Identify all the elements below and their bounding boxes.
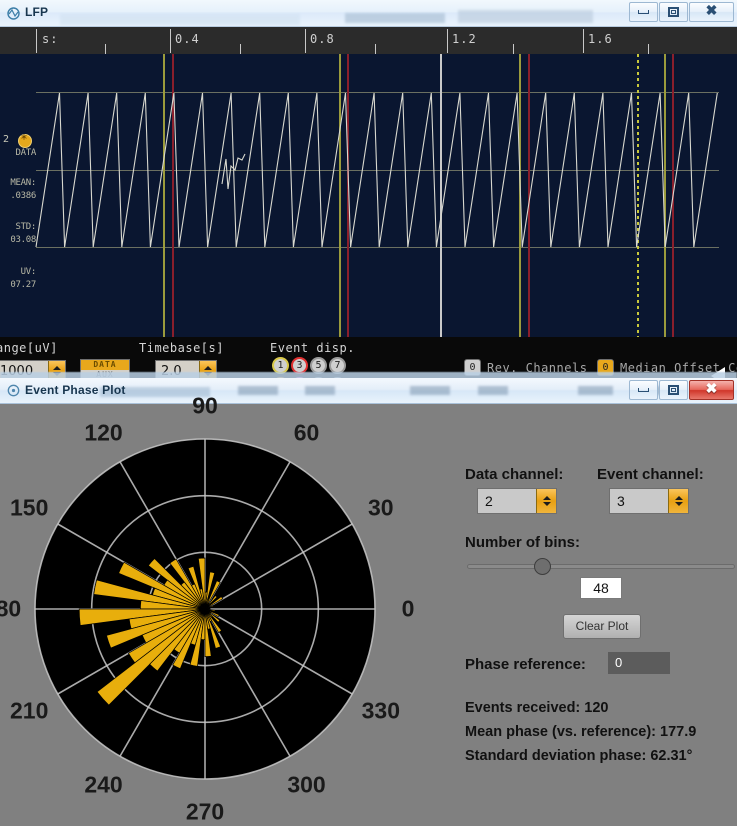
maximize-icon (668, 385, 679, 395)
minimize-icon (638, 388, 649, 392)
polar-tick-label-30: 30 (368, 494, 394, 520)
ruler-tick (170, 29, 171, 53)
polar-tick-label-60: 60 (293, 419, 320, 446)
ruler-minor-tick (240, 44, 241, 54)
channel-badge-icon[interactable] (18, 132, 32, 148)
minimize-icon (638, 10, 649, 14)
polar-tick-label-90: 90 (192, 392, 218, 419)
data-channel-value: 2 (485, 493, 493, 509)
ruler-tick-label: 1.6 (588, 32, 613, 46)
ruler-unit-label: s: (42, 32, 59, 46)
phase-app-icon (7, 384, 20, 397)
background-window-ghost-3 (458, 10, 593, 23)
channel-number: 2 (3, 134, 10, 145)
phase-minimize-button[interactable] (629, 380, 658, 400)
phase-titlebar[interactable]: Event Phase Plot ✖ (0, 378, 737, 404)
phase-bg-ghost-4 (410, 386, 450, 395)
polar-tick-label-300: 300 (287, 771, 326, 798)
background-window-ghost-2 (345, 13, 445, 23)
uv-value: 07.27 (10, 280, 36, 290)
phase-reference-label: Phase reference: (465, 656, 586, 673)
bins-slider-knob[interactable] (534, 558, 552, 575)
phase-bg-ghost-6 (578, 386, 613, 395)
polar-tick-label-120: 120 (84, 419, 123, 446)
close-button[interactable]: ✖ (689, 2, 734, 22)
polar-tick-label-270: 270 (185, 798, 225, 825)
phase-close-button[interactable]: ✖ (689, 380, 734, 400)
lfp-body: s: 0.4 0.8 1.2 1.6 2 DATA MEAN: .0386 STD: … (0, 27, 737, 382)
timebase-label: Timebase[s] (139, 341, 224, 355)
polar-rose-chart[interactable]: 0 30 60 90 120 150 180 210 240 270 300 330 (0, 393, 420, 826)
event-phase-plot-window: Event Phase Plot ✖ 030609012015018021024… (0, 378, 737, 826)
phase-window-buttons: ✖ (628, 380, 734, 401)
source-option-data[interactable]: DATA (81, 360, 129, 370)
range-label: ange[uV] (0, 341, 58, 355)
maximize-button[interactable] (659, 2, 688, 22)
events-received-stat: Events received: 120 (465, 700, 609, 716)
ruler-minor-tick (648, 44, 649, 54)
polar-tick-label-240: 240 (84, 771, 123, 798)
event-disp-label: Event disp. (270, 341, 355, 355)
ruler-minor-tick (105, 44, 106, 54)
polar-tick-label-0: 0 (401, 595, 415, 622)
close-icon: ✖ (705, 382, 718, 397)
data-channel-combo[interactable]: 2 (477, 488, 557, 514)
std-label: STD: (15, 222, 37, 232)
lfp-trace-plot[interactable]: 2 DATA MEAN: .0386 STD: 03.08 UV: 07.27 (0, 54, 737, 337)
data-channel-label: Data channel: (465, 466, 564, 483)
lfp-window-title: LFP (25, 5, 49, 19)
lfp-time-ruler[interactable]: s: 0.4 0.8 1.2 1.6 (0, 27, 737, 54)
bins-label: Number of bins: (465, 534, 580, 551)
event-channel-combo[interactable]: 3 (609, 488, 689, 514)
close-icon: ✖ (705, 4, 718, 19)
phase-bg-ghost-2 (238, 386, 278, 395)
event-channel-label: Event channel: (597, 466, 704, 483)
lfp-titlebar[interactable]: LFP ✖ (0, 0, 737, 27)
clear-plot-button[interactable]: Clear Plot (563, 614, 641, 639)
mean-phase-stat: Mean phase (vs. reference): 177.9 (465, 724, 697, 740)
screen: LFP ✖ s: 0.4 0.8 1.2 1.6 2 * DATA MEAN: … (0, 0, 737, 826)
ruler-minor-tick (375, 44, 376, 54)
event-channel-value: 3 (617, 493, 625, 509)
app-icon (7, 7, 20, 20)
ruler-tick (583, 29, 584, 53)
std-phase-stat: Standard deviation phase: 62.31° (465, 748, 693, 764)
lfp-window: LFP ✖ s: 0.4 0.8 1.2 1.6 2 * DATA MEAN: … (0, 0, 737, 382)
polar-rose-svg (34, 438, 376, 780)
lfp-waveform (35, 92, 718, 248)
ruler-tick (305, 29, 306, 53)
channel-source-label: DATA (15, 148, 37, 158)
ruler-tick (447, 29, 448, 53)
maximize-icon (668, 7, 679, 17)
uv-label: UV: (20, 267, 37, 277)
ruler-tick-label: 0.8 (310, 32, 335, 46)
mean-value: .0386 (10, 191, 36, 201)
ruler-tick-label: 1.2 (452, 32, 477, 46)
bins-value-input[interactable]: 48 (580, 577, 622, 599)
std-value: 03.08 (10, 235, 36, 245)
background-window-ghost (60, 14, 300, 25)
mean-label: MEAN: (10, 178, 36, 188)
waveform-path (35, 92, 718, 248)
polar-tick-label-180: 180 (0, 595, 22, 622)
polar-tick-label-210: 210 (10, 697, 49, 723)
phase-body: 0306090120150180210240270300330 Data cha… (0, 393, 737, 826)
phase-bg-ghost-3 (305, 386, 335, 395)
phase-bg-ghost-5 (478, 386, 508, 395)
data-channel-stepper[interactable] (536, 489, 556, 513)
ruler-tick-label: 0.4 (175, 32, 200, 46)
polar-tick-label-330: 330 (361, 697, 400, 723)
phase-reference-input[interactable]: 0 (608, 652, 670, 674)
lfp-window-buttons: ✖ (628, 2, 734, 23)
ruler-minor-tick (513, 44, 514, 54)
phase-window-title: Event Phase Plot (25, 383, 126, 397)
bins-slider-track[interactable] (467, 564, 735, 569)
polar-tick-label-150: 150 (10, 494, 49, 520)
event-channel-stepper[interactable] (668, 489, 688, 513)
phase-maximize-button[interactable] (659, 380, 688, 400)
minimize-button[interactable] (629, 2, 658, 22)
